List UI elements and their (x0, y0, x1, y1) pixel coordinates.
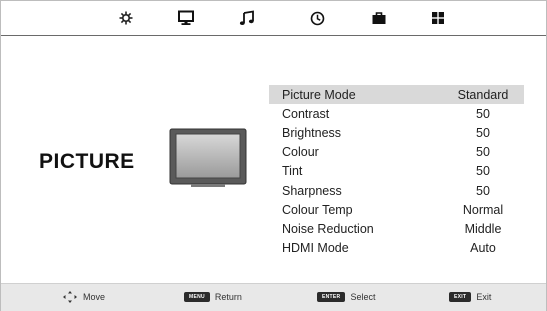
hint-move: Move (63, 289, 105, 305)
menu-key-badge: MENU (184, 292, 210, 302)
dpad-arrows-icon (63, 291, 77, 303)
setting-row-brightness[interactable]: Brightness 50 (269, 123, 524, 142)
setting-label: Picture Mode (282, 87, 356, 102)
monitor-icon[interactable] (176, 8, 196, 28)
setting-label: Contrast (282, 106, 330, 121)
setting-value: Auto (470, 241, 496, 256)
setting-value: 50 (476, 125, 490, 140)
enter-key-badge: ENTER (317, 292, 346, 302)
setting-label: Brightness (282, 125, 342, 140)
setting-label: Colour (282, 145, 319, 160)
picture-settings-list: Picture Mode Standard Contrast 50 Bright… (269, 85, 524, 258)
setting-row-contrast[interactable]: Contrast 50 (269, 104, 524, 123)
setting-label: Sharpness (282, 183, 342, 198)
gear-icon[interactable] (116, 8, 136, 28)
hint-label: Select (350, 292, 376, 302)
hint-label: Return (214, 292, 242, 302)
setting-label: Colour Temp (282, 202, 353, 217)
briefcase-lock-icon[interactable] (369, 8, 389, 28)
setting-row-colour-temp[interactable]: Colour Temp Normal (269, 200, 524, 219)
hint-select: ENTER Select (317, 289, 375, 305)
setting-label: Noise Reduction (282, 221, 374, 236)
tv-menu-window: PICTURE Picture Mode Standard Contrast 5… (0, 0, 547, 311)
setting-value: 50 (476, 183, 490, 198)
setting-value: Middle (464, 221, 502, 236)
setting-row-picture-mode[interactable]: Picture Mode Standard (269, 85, 524, 105)
setting-row-hdmi-mode[interactable]: HDMI Mode Auto (269, 239, 524, 258)
clock-icon[interactable] (307, 8, 327, 28)
setting-value: 50 (476, 106, 490, 121)
hint-return: MENU Return (184, 289, 242, 305)
setting-label: Tint (282, 164, 303, 179)
setting-value: 50 (476, 164, 490, 179)
setting-row-colour[interactable]: Colour 50 (269, 143, 524, 162)
setting-row-noise-reduction[interactable]: Noise Reduction Middle (269, 219, 524, 238)
hint-label: Move (83, 292, 106, 302)
page-title: PICTURE (39, 150, 135, 173)
setting-row-tint[interactable]: Tint 50 (269, 162, 524, 181)
music-note-icon[interactable] (237, 8, 257, 28)
key-hint-bar: Move MENU Return ENTER Select EXIT Exit (1, 283, 546, 311)
grid-icon[interactable] (428, 8, 448, 28)
setting-value: 50 (476, 145, 490, 160)
exit-key-badge: EXIT (449, 292, 472, 302)
setting-value: Normal (462, 202, 504, 217)
hint-label: Exit (476, 292, 492, 302)
setting-value: Standard (457, 87, 509, 102)
hint-exit: EXIT Exit (449, 289, 491, 305)
menu-tab-bar (1, 1, 546, 36)
setting-row-sharpness[interactable]: Sharpness 50 (269, 181, 524, 200)
tv-illustration-icon (169, 128, 247, 188)
setting-label: HDMI Mode (282, 241, 349, 256)
